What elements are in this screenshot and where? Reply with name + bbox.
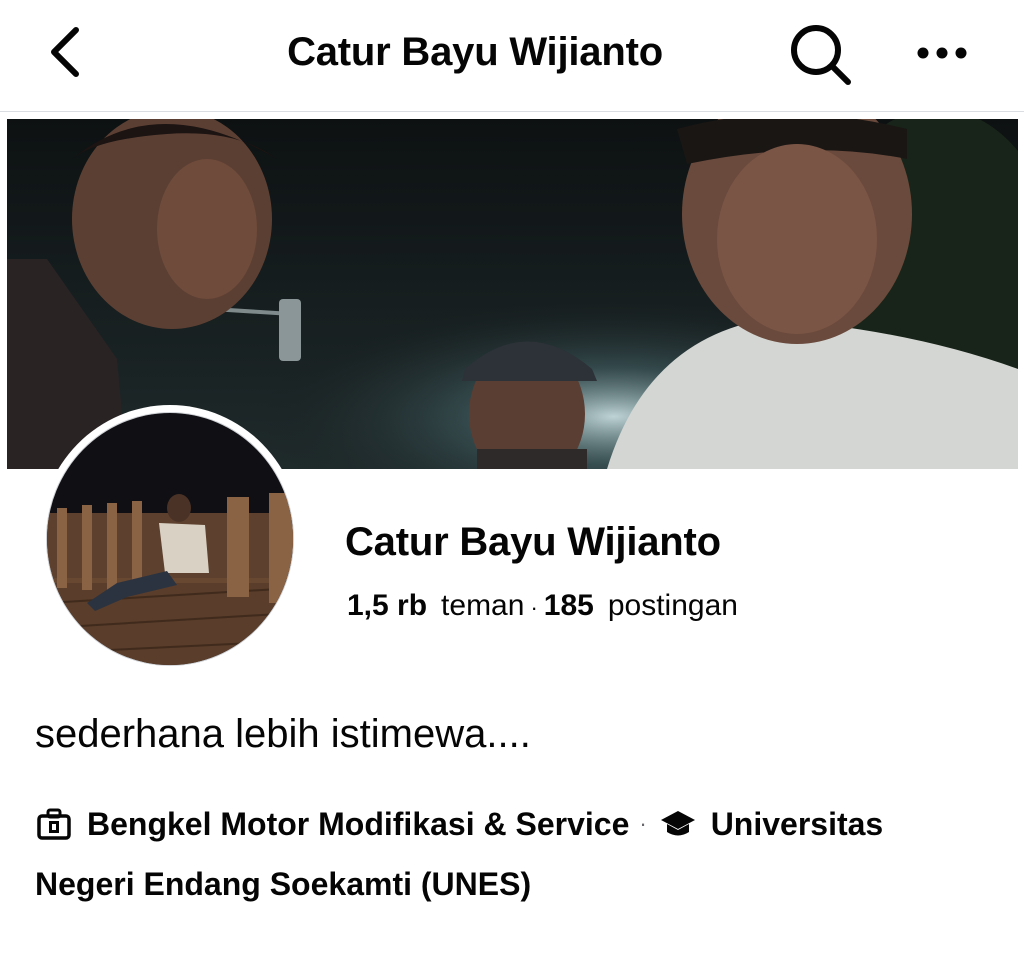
- page-title: Catur Bayu Wijianto: [287, 30, 663, 74]
- stats-separator: ·: [530, 595, 538, 620]
- profile-details: Bengkel Motor Modifikasi & Service · Uni…: [35, 800, 995, 908]
- education-link-line2[interactable]: Negeri Endang Soekamti (UNES): [35, 860, 531, 908]
- profile-stats: 1,5 rb teman · 185 postingan: [347, 589, 738, 623]
- work-link[interactable]: Bengkel Motor Modifikasi & Service: [87, 800, 629, 848]
- search-button[interactable]: [784, 18, 856, 90]
- friends-label[interactable]: teman: [441, 589, 524, 623]
- details-separator: ·: [639, 811, 647, 836]
- top-bar: Catur Bayu Wijianto: [0, 0, 1024, 112]
- briefcase-icon: [35, 807, 73, 841]
- graduation-cap-icon: [659, 807, 697, 841]
- profile-avatar[interactable]: [39, 405, 301, 673]
- more-horizontal-icon: [917, 47, 967, 59]
- posts-label: postingan: [607, 589, 738, 622]
- education-link-line1[interactable]: Universitas: [711, 800, 884, 848]
- profile-name: Catur Bayu Wijianto: [345, 520, 721, 564]
- profile-bio: sederhana lebih istimewa....: [35, 712, 531, 756]
- posts-count: 185: [543, 589, 594, 622]
- avatar-image: [47, 413, 293, 665]
- search-icon: [791, 25, 851, 85]
- more-options-button[interactable]: [910, 28, 974, 78]
- back-button[interactable]: [38, 22, 94, 82]
- chevron-left-icon: [51, 27, 79, 77]
- friends-count[interactable]: 1,5 rb: [347, 589, 427, 623]
